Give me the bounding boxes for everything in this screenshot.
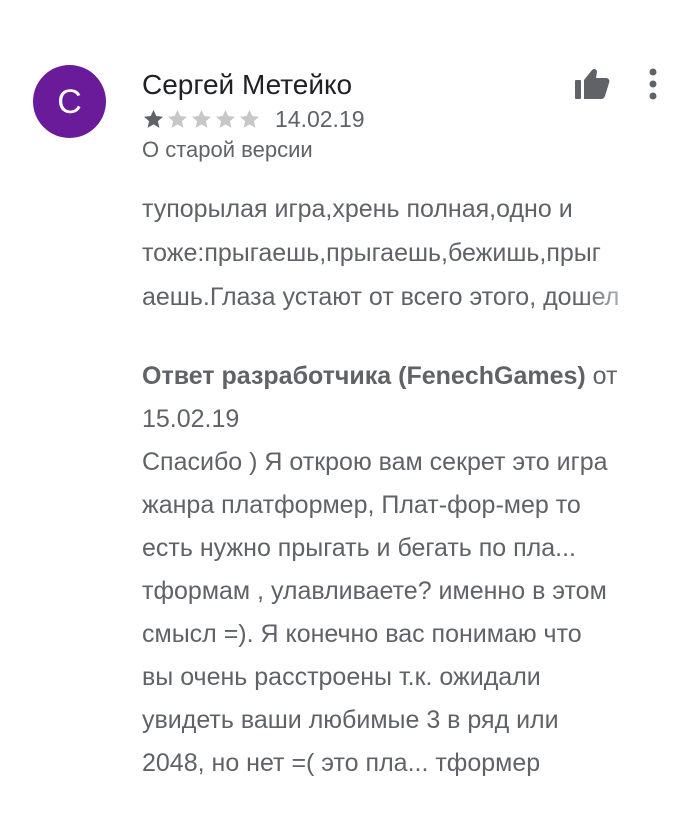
star-empty-icon: [216, 109, 235, 128]
star-empty-icon: [168, 109, 187, 128]
rating-stars: [142, 108, 261, 131]
developer-reply-line: тформам , улавливаете? именно в этом: [142, 577, 607, 605]
developer-reply-heading: Ответ разработчика (FenechGames) от: [142, 355, 677, 398]
developer-reply-label: Ответ разработчика (FenechGames): [142, 362, 586, 390]
version-note: О старой версии: [142, 137, 313, 162]
developer-reply-line: 2048, но нет =( это пла... тформер: [142, 749, 541, 777]
avatar[interactable]: С: [33, 65, 106, 138]
developer-reply-line: Спасибо ) Я открою вам секрет это игра: [142, 448, 608, 476]
more-options-button[interactable]: [638, 64, 668, 104]
review-text: тупорылая игра,хрень полная,одно и тоже:…: [142, 187, 662, 319]
more-vert-icon: [649, 68, 657, 100]
review-card: С Сергей Метейко 14.02.19 О старой верси…: [0, 0, 700, 824]
review-date: 14.02.19: [275, 106, 365, 132]
star-filled-icon: [144, 109, 163, 128]
developer-reply-line: жанра платформер, Плат-фор-мер то: [142, 491, 581, 519]
developer-reply-line: есть нужно прыгать и бегать по пла...: [142, 534, 576, 562]
thumbs-up-icon: [575, 68, 610, 99]
developer-reply-line: смысл =). Я конечно вас понимаю что: [142, 620, 582, 648]
star-empty-icon: [240, 109, 259, 128]
review-meta: 14.02.19: [142, 106, 365, 132]
avatar-initial: С: [57, 82, 82, 121]
developer-reply-from: от: [585, 362, 618, 390]
developer-reply-line: увидеть ваши любимые 3 в ряд или: [142, 706, 559, 734]
review-text-line: тоже:прыгаешь,прыгаешь,бежишь,прыг: [142, 239, 601, 267]
developer-reply: Ответ разработчика (FenechGames) от 15.0…: [142, 355, 677, 785]
review-text-fade: [582, 275, 662, 319]
developer-reply-date: 15.02.19: [142, 405, 240, 433]
star-empty-icon: [192, 109, 211, 128]
review-text-line: тупорылая игра,хрень полная,одно и: [142, 195, 573, 223]
developer-reply-line: вы очень расстроены т.к. ожидали: [142, 663, 541, 691]
author-name: Сергей Метейко: [142, 69, 353, 100]
helpful-button[interactable]: [571, 64, 613, 104]
